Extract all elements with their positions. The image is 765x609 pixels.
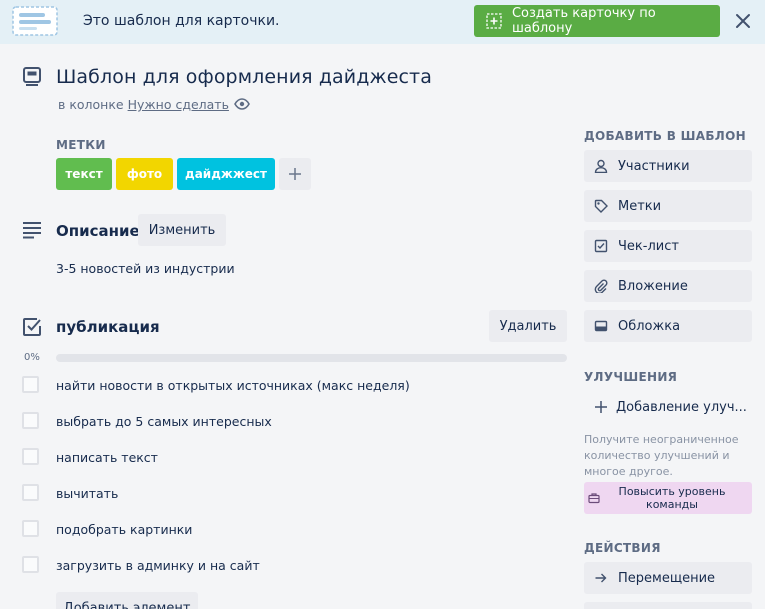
card-column-info: в колонке Нужно сделать [58,97,229,112]
checklist-icon [594,239,608,253]
template-card-icon [12,6,58,36]
action-button-partial[interactable] [584,602,752,609]
cover-label: Обложка [618,318,681,334]
plus-icon [595,401,607,413]
description-icon [23,222,41,239]
briefcase-icon [588,493,600,504]
paperclip-icon [594,279,608,293]
description-heading: Описание [56,222,140,240]
checklist-button[interactable]: Чек-лист [584,230,752,262]
create-card-label: Создать карточку по шаблону [511,6,656,36]
checklist-item-text[interactable]: найти новости в открытых источниках (мак… [56,378,410,393]
checklist-checkbox[interactable] [22,556,39,573]
labels-button[interactable]: Метки [584,190,752,222]
cover-button[interactable]: Обложка [584,310,752,342]
plus-box-icon [486,13,502,29]
add-to-template-heading: ДОБАВИТЬ В ШАБЛОН [584,129,746,143]
checklist-item[interactable]: подобрать картинки [0,512,580,548]
template-banner: Это шаблон для карточки. Создать карточк… [0,0,765,44]
labels-row: текст фото дайджжест [56,158,311,190]
checklist-item-text[interactable]: выбрать до 5 самых интересных [56,414,272,429]
checklist-checkbox[interactable] [22,376,39,393]
checklist-item-text[interactable]: подобрать картинки [56,522,192,537]
label-text[interactable]: текст [56,158,112,190]
add-powerup-label: Добавление улуч... [616,399,747,415]
checklist-checkbox[interactable] [22,412,39,429]
person-icon [594,159,608,173]
checklist-item-text[interactable]: написать текст [56,450,158,465]
label-digest[interactable]: дайджжест [177,158,275,190]
checklist-items: найти новости в открытых источниках (мак… [0,368,580,584]
add-label-button[interactable] [279,158,311,190]
members-label: Участники [618,158,690,174]
checklist-item-text[interactable]: вычитать [56,486,118,501]
close-icon[interactable] [734,12,752,30]
add-powerup-button[interactable]: Добавление улуч... [584,391,752,423]
powerups-note: Получите неограниченное количество улучш… [584,433,739,478]
attachment-label: Вложение [618,278,688,294]
labels-heading: МЕТКИ [56,138,106,152]
attachment-button[interactable]: Вложение [584,270,752,302]
checklist-checkbox[interactable] [22,520,39,537]
card-icon [23,67,41,86]
powerups-heading: УЛУЧШЕНИЯ [584,370,678,384]
checklist-item[interactable]: найти новости в открытых источниках (мак… [0,368,580,404]
checklist-item-text[interactable]: загрузить в админку и на сайт [56,558,260,573]
checklist-label: Чек-лист [618,238,679,254]
card-title[interactable]: Шаблон для оформления дайджеста [56,66,432,88]
checklist-progress-bar [56,354,567,362]
checklist-icon [23,318,41,336]
checklist-checkbox[interactable] [22,484,39,501]
in-column-prefix: в колонке [58,97,124,112]
checklist-title[interactable]: публикация [56,318,160,336]
upgrade-team-button[interactable]: Повысить уровень команды [584,482,752,514]
create-card-from-template-button[interactable]: Создать карточку по шаблону [474,5,720,37]
move-label: Перемещение [618,570,716,586]
column-link[interactable]: Нужно сделать [128,97,229,112]
plus-icon [289,168,301,180]
move-button[interactable]: Перемещение [584,562,752,594]
checklist-item[interactable]: написать текст [0,440,580,476]
actions-heading: ДЕЙСТВИЯ [584,541,661,555]
labels-label: Метки [618,198,662,214]
delete-checklist-button[interactable]: Удалить [489,310,567,342]
upgrade-team-label: Повысить уровень команды [618,485,726,511]
edit-description-button[interactable]: Изменить [138,214,226,246]
banner-text: Это шаблон для карточки. [83,13,280,29]
checklist-progress-percent: 0% [24,352,40,363]
cover-icon [594,320,608,332]
checklist-item[interactable]: выбрать до 5 самых интересных [0,404,580,440]
checklist-item[interactable]: вычитать [0,476,580,512]
members-button[interactable]: Участники [584,150,752,182]
tag-icon [594,199,608,213]
checklist-checkbox[interactable] [22,448,39,465]
eye-icon[interactable] [234,97,250,111]
checklist-item[interactable]: загрузить в админку и на сайт [0,548,580,584]
label-photo[interactable]: фото [116,158,173,190]
arrow-right-icon [595,573,607,583]
description-text[interactable]: 3-5 новостей из индустрии [56,261,235,276]
add-checklist-item-button[interactable]: Добавить элемент [56,592,198,609]
